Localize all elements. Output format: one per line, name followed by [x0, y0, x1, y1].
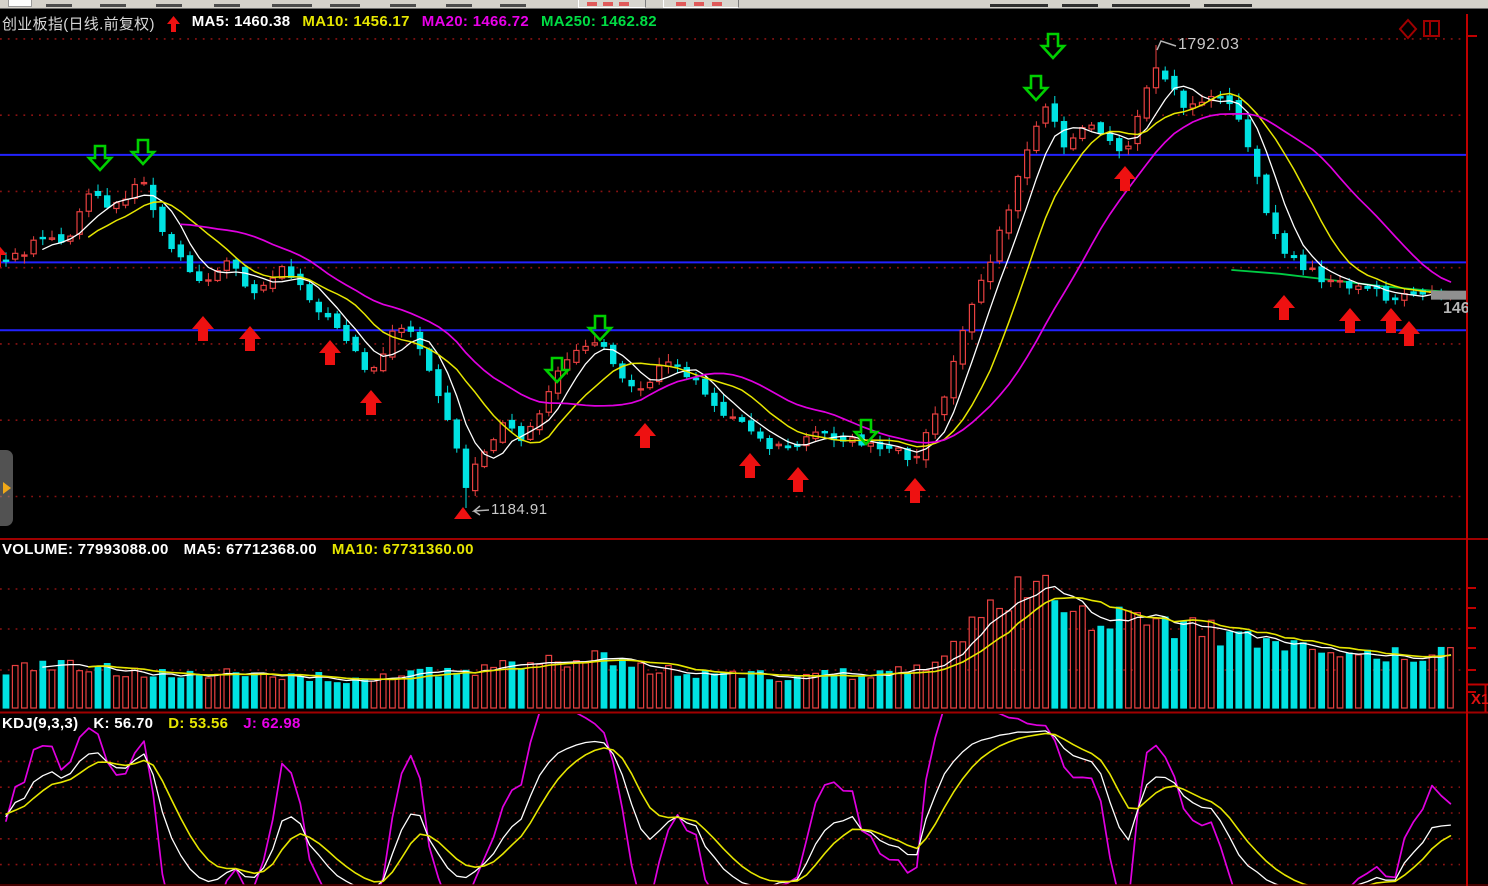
ma5-value: MA5: 1460.38 — [192, 13, 291, 34]
sell-arrow-icon — [132, 140, 154, 164]
kdj-name: KDJ(9,3,3) — [2, 715, 78, 732]
main-chart-header: 创业板指(日线.前复权) MA5: 1460.38 MA10: 1456.17 … — [2, 13, 657, 34]
low-marker-icon — [454, 507, 472, 519]
signal-arrows — [0, 34, 1420, 519]
volume-scale-label: X1 — [1471, 691, 1488, 708]
chart-title: 创业板指(日线.前复权) — [2, 13, 155, 34]
buy-arrow-icon — [192, 316, 214, 341]
chart-corner-controls — [1398, 17, 1444, 46]
volume-ma5-value: MA5: 67712368.00 — [184, 541, 317, 558]
kdj-header: KDJ(9,3,3) K: 56.70 D: 53.56 J: 62.98 — [2, 715, 301, 732]
main-price-panel — [0, 39, 1467, 508]
buy-arrow-icon — [904, 478, 926, 503]
high-price-annotation: 1792.03 — [1178, 36, 1239, 54]
current-price-tag: 146 — [1443, 300, 1468, 318]
volume-panel — [0, 575, 1467, 708]
buy-arrow-icon — [1273, 295, 1295, 320]
buy-arrow-icon — [634, 423, 656, 448]
kdj-j-value: J: 62.98 — [243, 715, 300, 732]
kdj-k-value: K: 56.70 — [93, 715, 153, 732]
buy-arrow-icon — [739, 453, 761, 478]
sell-arrow-icon — [1025, 76, 1047, 100]
volume-ma10-value: MA10: 67731360.00 — [332, 541, 474, 558]
sell-arrow-icon — [589, 316, 611, 340]
ma10-value: MA10: 1456.17 — [302, 13, 409, 34]
sell-arrow-icon — [89, 146, 111, 170]
buy-arrow-icon — [787, 467, 809, 492]
chart-canvas[interactable] — [0, 0, 1488, 886]
low-price-annotation: 1184.91 — [491, 501, 548, 518]
up-arrow-icon — [167, 13, 180, 34]
window-split-icon[interactable] — [1424, 21, 1439, 36]
buy-arrow-icon — [1114, 166, 1136, 191]
ma20-value: MA20: 1466.72 — [422, 13, 529, 34]
sell-arrow-icon — [1042, 34, 1064, 58]
sidebar-expand-handle[interactable] — [0, 450, 13, 526]
buy-arrow-icon — [319, 340, 341, 365]
volume-header: VOLUME: 77993088.00 MA5: 67712368.00 MA1… — [2, 541, 474, 558]
expand-arrow-icon — [3, 482, 11, 494]
price-tag-bar — [1431, 291, 1467, 300]
volume-value: VOLUME: 77993088.00 — [2, 541, 169, 558]
buy-arrow-icon — [1398, 321, 1420, 346]
diamond-icon[interactable] — [1400, 20, 1416, 38]
stock-chart-window: 创业板指(日线.前复权) MA5: 1460.38 MA10: 1456.17 … — [0, 0, 1488, 886]
buy-arrow-icon — [360, 390, 382, 415]
kdj-d-value: D: 53.56 — [168, 715, 228, 732]
ma250-value: MA250: 1462.82 — [541, 13, 657, 34]
